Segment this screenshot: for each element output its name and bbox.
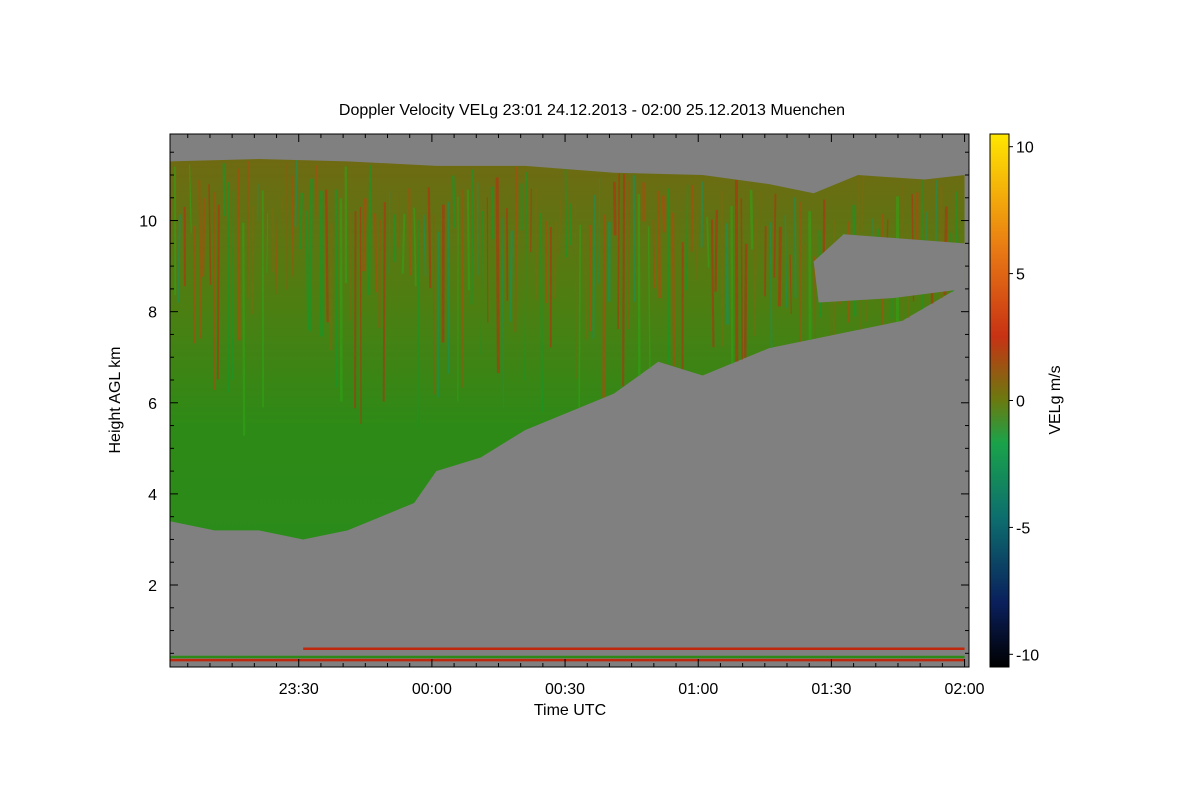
y-axis-label: Height AGL km: [107, 346, 124, 453]
velocity-streak: [685, 184, 689, 291]
velocity-streak: [298, 192, 304, 250]
colorbar-tick-label: 0: [1016, 394, 1025, 411]
velocity-streak: [553, 221, 557, 299]
velocity-streak: [495, 177, 500, 374]
x-tick-label: 00:00: [412, 681, 452, 698]
x-tick-label: 01:00: [678, 681, 718, 698]
velocity-streak: [388, 190, 391, 274]
velocity-streak: [427, 187, 432, 289]
colorbar-tick-label: 10: [1016, 140, 1034, 157]
velocity-streak: [246, 160, 249, 299]
velocity-streak: [769, 222, 773, 348]
velocity-streak: [588, 224, 593, 332]
velocity-streak: [250, 206, 255, 315]
velocity-streak: [466, 189, 471, 291]
velocity-streak: [530, 188, 532, 253]
velocity-streak: [470, 169, 474, 305]
velocity-streak: [637, 194, 641, 376]
x-tick-label: 02:00: [945, 681, 985, 698]
velocity-streak: [540, 213, 543, 412]
x-tick-label: 01:30: [811, 681, 851, 698]
velocity-streak: [773, 193, 777, 278]
velocity-streak: [671, 212, 676, 367]
x-axis-label: Time UTC: [534, 702, 606, 719]
velocity-streak: [700, 181, 704, 248]
velocity-streak: [656, 190, 662, 299]
plot-area: [170, 134, 969, 667]
velocity-streak: [437, 231, 440, 398]
velocity-streak: [743, 243, 748, 358]
velocity-streak: [753, 218, 758, 337]
velocity-streak: [777, 226, 782, 307]
velocity-streak: [373, 213, 378, 293]
y-tick-label: 10: [139, 214, 157, 231]
velocity-streak: [362, 198, 367, 272]
colorbar-tick-label: -10: [1016, 647, 1039, 664]
velocity-streak: [359, 207, 362, 424]
colorbar-label: VELg m/s: [1047, 365, 1064, 434]
velocity-streak: [382, 202, 386, 402]
velocity-streak: [710, 219, 715, 348]
velocity-streak: [632, 175, 636, 302]
velocity-streak: [308, 178, 313, 332]
velocity-streak: [794, 197, 797, 299]
velocity-streak: [201, 197, 206, 277]
velocity-streak: [612, 181, 617, 236]
velocity-streak: [378, 219, 381, 329]
velocity-streak: [222, 163, 226, 217]
velocity-streak: [617, 173, 621, 330]
velocity-streak: [749, 189, 754, 250]
velocity-streak: [661, 195, 666, 233]
velocity-streak: [725, 223, 729, 325]
velocity-streak: [720, 190, 724, 347]
velocity-streak: [690, 184, 694, 252]
velocity-streak: [271, 207, 275, 273]
velocity-streak: [740, 198, 744, 360]
velocity-streak: [216, 204, 220, 380]
velocity-streak: [578, 224, 581, 408]
velocity-streak: [764, 225, 767, 297]
x-tick-label: 00:30: [545, 681, 585, 698]
velocity-streak: [315, 165, 318, 217]
velocity-streak: [804, 243, 807, 341]
velocity-streak: [334, 189, 339, 388]
velocity-streak: [231, 190, 235, 380]
velocity-streak: [730, 206, 734, 364]
chart: Doppler Velocity VELg 23:01 24.12.2013 -…: [107, 102, 1064, 719]
velocity-streak: [305, 210, 310, 330]
chart-title: Doppler Velocity VELg 23:01 24.12.2013 -…: [339, 102, 845, 119]
velocity-streak: [451, 175, 456, 228]
velocity-streak: [760, 192, 762, 256]
velocity-streak: [237, 168, 241, 341]
colorbar-tick-label: -5: [1016, 520, 1030, 537]
y-tick-label: 2: [148, 578, 157, 595]
velocity-streak: [666, 188, 670, 364]
velocity-streak: [652, 219, 656, 289]
velocity-streak: [325, 189, 329, 323]
x-tick-label: 23:30: [279, 681, 319, 698]
y-tick-label: 4: [148, 487, 157, 504]
velocity-streak: [622, 173, 626, 387]
velocity-streak: [714, 209, 719, 292]
velocity-streak: [509, 230, 513, 322]
velocity-streak: [564, 168, 568, 258]
colorbar-tick-label: 5: [1016, 267, 1025, 284]
velocity-streak: [408, 188, 412, 276]
velocity-streak: [584, 232, 588, 340]
y-tick-label: 8: [148, 305, 157, 322]
colorbar: [989, 133, 1010, 668]
velocity-streak: [242, 222, 246, 436]
velocity-streak: [490, 186, 495, 240]
colorbar-ticks: 10 5 0 -5 -10: [1009, 140, 1039, 664]
y-tick-label: 6: [148, 396, 157, 413]
velocity-streak: [602, 214, 607, 398]
velocity-streak: [367, 164, 372, 296]
